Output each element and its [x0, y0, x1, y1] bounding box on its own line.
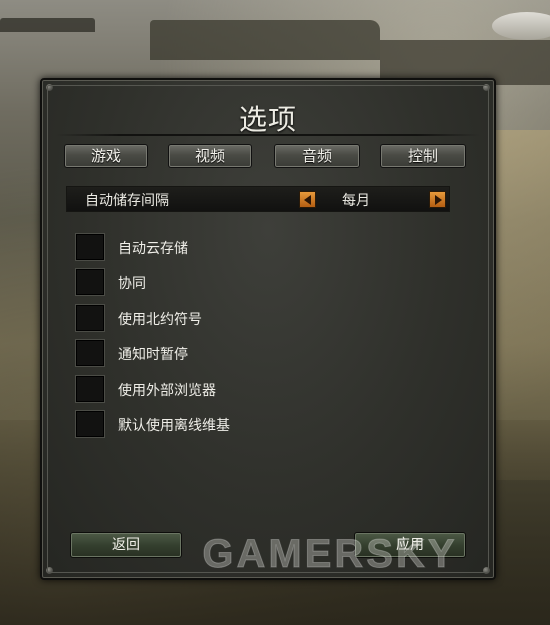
tab-video[interactable]: 视频 — [168, 144, 252, 168]
nato-symbols-checkbox[interactable] — [76, 305, 104, 331]
rivet — [483, 84, 490, 91]
options-dialog: 选项 游戏 视频 音频 控制 自动储存间隔 每月 自动云存储 协同 使用北约符号… — [40, 78, 496, 580]
background-ship — [150, 20, 380, 60]
rivet — [46, 84, 53, 91]
coop-checkbox[interactable] — [76, 269, 104, 295]
option-label: 使用北约符号 — [118, 312, 202, 328]
option-label: 使用外部浏览器 — [118, 383, 216, 399]
rivet — [46, 567, 53, 574]
option-label: 协同 — [118, 276, 146, 292]
watermark-text: GAMERSKY — [202, 532, 458, 577]
tab-label: 视频 — [194, 147, 225, 165]
autosave-interval-label: 自动储存间隔 — [85, 193, 169, 209]
autosave-prev-button[interactable] — [299, 191, 316, 208]
option-label: 自动云存储 — [118, 241, 188, 257]
tab-label: 控制 — [407, 147, 438, 165]
option-label: 默认使用离线维基 — [118, 418, 230, 434]
offline-wiki-checkbox[interactable] — [76, 411, 104, 437]
tab-game[interactable]: 游戏 — [64, 144, 148, 168]
autosave-interval-row: 自动储存间隔 每月 — [66, 186, 450, 212]
autosave-interval-value: 每月 — [342, 193, 370, 209]
option-label: 通知时暂停 — [118, 347, 188, 363]
pause-on-notify-checkbox[interactable] — [76, 340, 104, 366]
tab-audio[interactable]: 音频 — [274, 144, 360, 168]
external-browser-checkbox[interactable] — [76, 376, 104, 402]
arrow-right-icon — [435, 195, 442, 205]
title-divider — [56, 134, 480, 136]
autosave-next-button[interactable] — [429, 191, 446, 208]
tab-label: 游戏 — [90, 147, 121, 165]
tab-controls[interactable]: 控制 — [380, 144, 466, 168]
arrow-left-icon — [304, 195, 311, 205]
background-ship — [0, 18, 95, 32]
background-blimp — [492, 12, 550, 40]
dialog-title: 选项 — [238, 103, 297, 136]
tab-label: 音频 — [301, 147, 332, 165]
auto-cloud-save-checkbox[interactable] — [76, 234, 104, 260]
